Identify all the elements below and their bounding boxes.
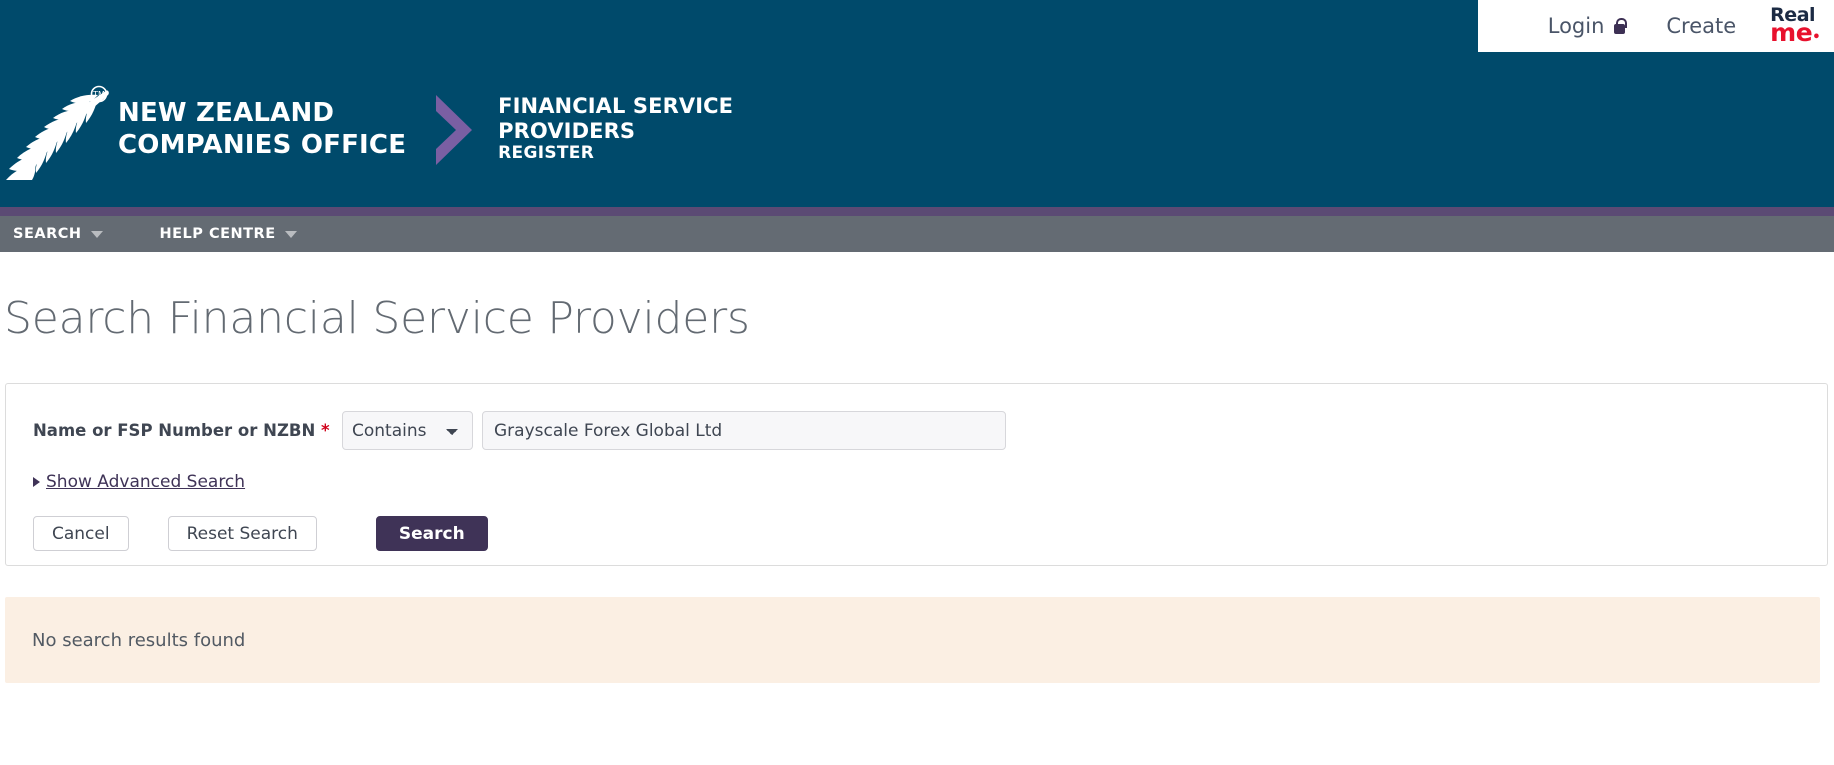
no-results-alert: No search results found (5, 597, 1820, 683)
create-account-link[interactable]: Create (1666, 14, 1736, 38)
chevron-down-icon (90, 230, 103, 238)
cancel-button[interactable]: Cancel (33, 516, 129, 551)
triangle-right-icon (33, 477, 40, 487)
realme-me-text: me (1770, 18, 1813, 48)
purple-divider (0, 207, 1834, 216)
no-results-message: No search results found (32, 629, 246, 651)
search-operator-select[interactable]: Contains Starts with Is exactly (342, 411, 473, 450)
page-content: Search Financial Service Providers Name … (0, 293, 1834, 683)
svg-text:TM: TM (92, 90, 105, 99)
page-title: Search Financial Service Providers (4, 293, 750, 344)
fsp-register-wordmark: FINANCIAL SERVICE PROVIDERS REGISTER (498, 94, 733, 164)
login-label: Login (1547, 14, 1605, 38)
search-query-input[interactable] (482, 411, 1006, 450)
realme-dot: • (1812, 30, 1820, 46)
nz-companies-office-wordmark: NEW ZEALAND COMPANIES OFFICE (118, 98, 406, 161)
create-label: Create (1666, 14, 1737, 38)
fsp-line-3: REGISTER (498, 143, 595, 164)
account-actions: Login Create Real me• (1478, 0, 1834, 52)
chevron-right-icon (436, 94, 473, 165)
nav-item-help-centre-label: HELP CENTRE (159, 226, 276, 242)
nzco-line-2: COMPANIES OFFICE (118, 129, 407, 160)
top-utility-bar: Login Create Real me• (0, 0, 1834, 52)
chevron-down-icon (284, 230, 297, 238)
name-search-label-text: Name or FSP Number or NZBN (33, 421, 316, 440)
brand-header: TM NEW ZEALAND COMPANIES OFFICE FINANCIA… (0, 52, 1834, 207)
name-search-row: Name or FSP Number or NZBN * Contains St… (6, 411, 1827, 450)
login-link[interactable]: Login (1547, 14, 1628, 38)
lock-icon (1612, 18, 1628, 34)
nzco-line-1: NEW ZEALAND (118, 97, 335, 128)
nav-item-search-label: SEARCH (13, 226, 82, 242)
name-search-label: Name or FSP Number or NZBN * (33, 421, 342, 440)
fsp-line-2: PROVIDERS (498, 118, 636, 143)
required-marker: * (321, 421, 330, 440)
search-form-panel: Name or FSP Number or NZBN * Contains St… (5, 383, 1828, 566)
silver-fern-icon: TM (6, 85, 109, 180)
form-actions: Cancel Reset Search Search (33, 516, 1827, 551)
reset-search-button[interactable]: Reset Search (167, 516, 317, 551)
advanced-search-link[interactable]: Show Advanced Search (46, 472, 245, 492)
advanced-search-toggle[interactable]: Show Advanced Search (33, 472, 1827, 492)
nav-item-help-centre[interactable]: HELP CENTRE (160, 226, 297, 242)
realme-logo[interactable]: Real me• (1770, 6, 1820, 48)
search-button[interactable]: Search (375, 516, 488, 551)
fsp-line-1: FINANCIAL SERVICE (498, 94, 734, 119)
nav-item-search[interactable]: SEARCH (13, 226, 103, 242)
main-navigation: SEARCH HELP CENTRE (0, 216, 1834, 252)
